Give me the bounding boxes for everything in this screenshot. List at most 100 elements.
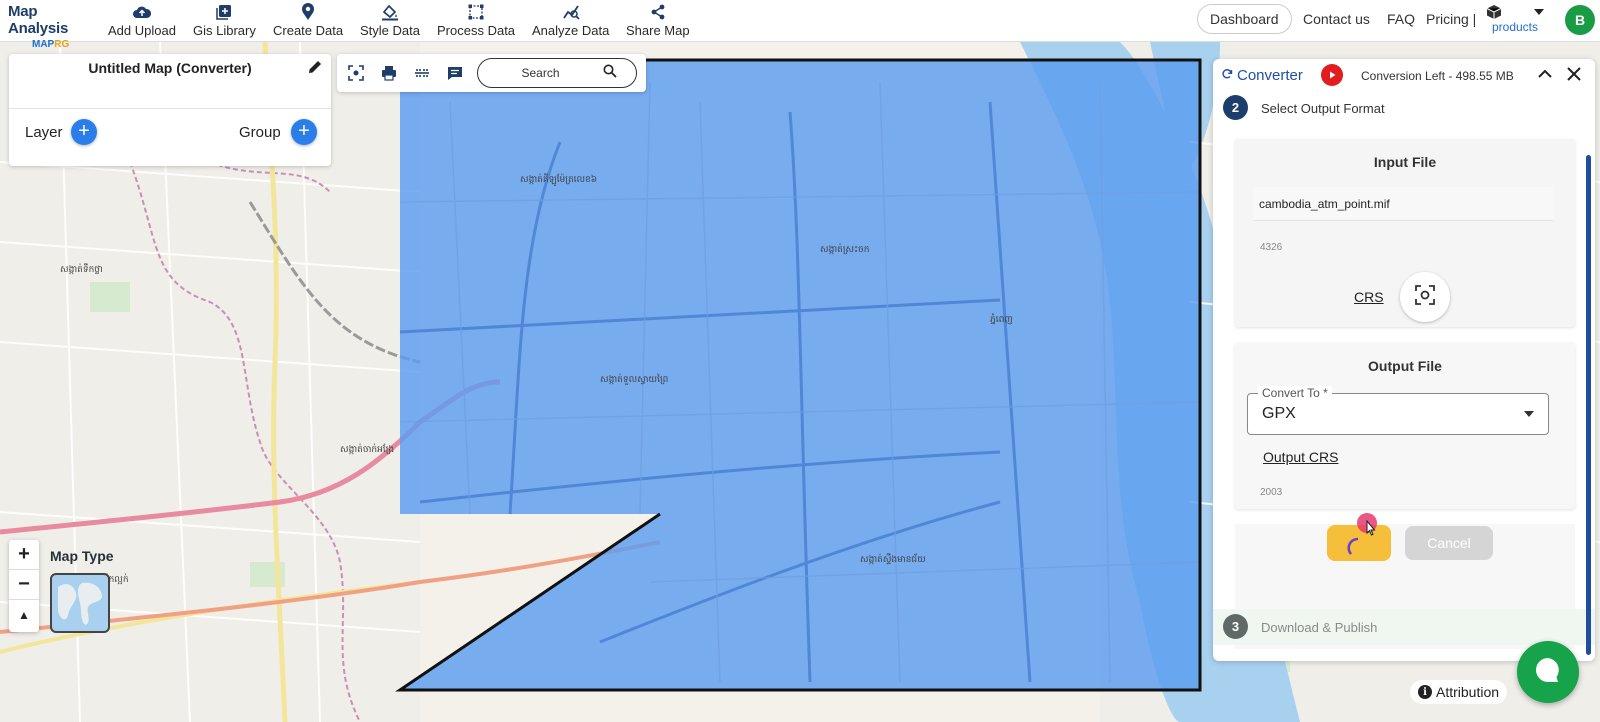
search-icon[interactable] bbox=[603, 64, 617, 83]
group-label: Group bbox=[239, 124, 281, 141]
close-icon[interactable] bbox=[1565, 65, 1583, 88]
products-label: products bbox=[1491, 20, 1539, 34]
nav-share-map[interactable]: Share Map bbox=[626, 3, 690, 38]
nav-analyze-data[interactable]: Analyze Data bbox=[532, 3, 609, 38]
analyze-icon bbox=[562, 3, 580, 21]
chevron-down-icon bbox=[1534, 9, 1544, 15]
step-2-label: Select Output Format bbox=[1261, 101, 1385, 116]
nav-create-data[interactable]: Create Data bbox=[273, 3, 343, 38]
map-type-label: Map Type bbox=[50, 548, 114, 564]
convert-to-select[interactable]: Convert To * GPX bbox=[1247, 386, 1549, 435]
map-label: សង្កាត់ស្ទឹងមានជ័យ bbox=[860, 553, 926, 565]
search-box bbox=[477, 58, 637, 88]
map-pin-icon bbox=[299, 3, 317, 21]
layer-label: Layer bbox=[25, 124, 63, 141]
converter-panel: Converter Conversion Left - 498.55 MB 2 … bbox=[1213, 59, 1595, 661]
convert-button[interactable] bbox=[1327, 513, 1391, 561]
conversion-left-text: Conversion Left - 498.55 MB bbox=[1361, 69, 1514, 83]
contact-link[interactable]: Contact us bbox=[1303, 11, 1370, 27]
map-label: សង្កាត់ទឹកថ្លា bbox=[60, 263, 103, 275]
map-search-input[interactable] bbox=[478, 66, 603, 80]
edit-pencil-icon[interactable] bbox=[307, 59, 323, 80]
step-3-badge: 3 bbox=[1223, 614, 1248, 639]
converter-header: Converter Conversion Left - 498.55 MB bbox=[1213, 59, 1595, 91]
comment-icon[interactable] bbox=[446, 64, 464, 82]
input-file-name: cambodia_atm_point.mif bbox=[1259, 197, 1390, 211]
output-crs-number: 2003 bbox=[1260, 487, 1283, 498]
dropdown-caret-icon bbox=[1524, 411, 1534, 417]
library-add-icon bbox=[215, 3, 233, 21]
attribution-label: Attribution bbox=[1436, 684, 1500, 700]
nav-gis-library[interactable]: Gis Library bbox=[193, 3, 256, 38]
output-file-title: Output File bbox=[1368, 358, 1442, 374]
nav-process-data[interactable]: Process Data bbox=[437, 3, 515, 38]
attribution-button[interactable]: i Attribution bbox=[1410, 680, 1508, 704]
locate-icon[interactable] bbox=[347, 64, 365, 82]
output-crs-link[interactable]: Output CRS bbox=[1263, 449, 1338, 465]
crs-select-button[interactable] bbox=[1400, 272, 1450, 322]
share-icon bbox=[649, 3, 667, 21]
output-file-card: Output File Convert To * GPX Output CRS … bbox=[1235, 343, 1575, 509]
zoom-out-button[interactable]: − bbox=[9, 570, 39, 600]
nav-add-upload[interactable]: Add Upload bbox=[108, 3, 176, 38]
input-file-field: cambodia_atm_point.mif bbox=[1253, 187, 1553, 221]
nav-label: Share Map bbox=[626, 23, 690, 38]
polygon-edit-icon bbox=[467, 3, 485, 21]
step-2-badge: 2 bbox=[1223, 95, 1248, 120]
add-layer-button[interactable]: + bbox=[71, 119, 97, 145]
nav-label: Add Upload bbox=[108, 23, 176, 38]
map-label: ភ្នំពេញ bbox=[990, 313, 1013, 325]
paint-bucket-icon bbox=[381, 3, 399, 21]
panel-divider bbox=[9, 108, 331, 109]
app-logo[interactable]: Map Analysis MAPRG bbox=[8, 3, 96, 50]
faq-link[interactable]: FAQ bbox=[1387, 11, 1415, 27]
refresh-icon bbox=[1221, 67, 1233, 84]
top-navbar: Map Analysis MAPRG Add Upload Gis Librar… bbox=[0, 0, 1600, 50]
input-crs-number: 4326 bbox=[1260, 242, 1283, 253]
nav-style-data[interactable]: Style Data bbox=[360, 3, 420, 38]
logo-title: Map Analysis bbox=[8, 3, 69, 37]
input-file-card: Input File cambodia_atm_point.mif 4326 C… bbox=[1235, 139, 1575, 327]
map-toolbar bbox=[337, 54, 646, 92]
cancel-button[interactable]: Cancel bbox=[1405, 526, 1493, 560]
nav-label: Gis Library bbox=[193, 23, 256, 38]
cursor-pointer-icon bbox=[1357, 513, 1383, 548]
panel-scrollbar[interactable] bbox=[1586, 155, 1591, 655]
add-group-button[interactable]: + bbox=[291, 119, 317, 145]
step-3-label: Download & Publish bbox=[1261, 620, 1378, 635]
chat-button[interactable] bbox=[1517, 641, 1579, 703]
products-menu[interactable]: products bbox=[1486, 4, 1544, 34]
map-title: Untitled Map (Converter) bbox=[88, 60, 252, 76]
youtube-icon[interactable] bbox=[1321, 64, 1343, 86]
convert-to-label: Convert To * bbox=[1258, 386, 1332, 400]
zoom-in-button[interactable]: + bbox=[9, 540, 39, 570]
compass-button[interactable]: ▲ bbox=[9, 600, 39, 630]
chevron-up-icon[interactable] bbox=[1536, 65, 1554, 88]
map-label: សង្កាត់ស្រះចក bbox=[820, 243, 870, 255]
chat-icon bbox=[1533, 655, 1563, 690]
print-icon[interactable] bbox=[380, 64, 398, 82]
nav-label: Process Data bbox=[437, 23, 516, 38]
info-icon: i bbox=[1418, 685, 1432, 699]
map-label: សង្កាត់ទួលស្វាយព្រៃ bbox=[600, 373, 668, 385]
map-type-thumbnail[interactable] bbox=[50, 573, 110, 633]
nav-label: Style Data bbox=[360, 23, 420, 38]
crosshair-icon bbox=[1415, 284, 1435, 310]
box-icon bbox=[1486, 4, 1544, 20]
crs-link[interactable]: CRS bbox=[1354, 289, 1384, 305]
converter-title: Converter bbox=[1221, 67, 1303, 84]
nav-label: Analyze Data bbox=[532, 23, 610, 38]
user-avatar[interactable]: B bbox=[1565, 5, 1595, 35]
layer-panel: Untitled Map (Converter) Layer + Group + bbox=[9, 54, 331, 166]
convert-to-value: GPX bbox=[1262, 405, 1296, 422]
logo-subtitle: MAPRG bbox=[32, 39, 70, 50]
map-label: សង្កាត់ចាក់អង្រែ bbox=[340, 443, 394, 455]
measure-icon[interactable] bbox=[413, 64, 431, 82]
input-file-title: Input File bbox=[1373, 154, 1437, 170]
cloud-upload-icon bbox=[132, 3, 151, 21]
pricing-link[interactable]: Pricing | bbox=[1426, 11, 1476, 27]
nav-label: Create Data bbox=[273, 23, 344, 38]
map-label: សង្កាត់គីឡូម៉ែត្រលេខ៦ bbox=[520, 173, 597, 186]
zoom-control: + − ▲ bbox=[9, 540, 39, 632]
dashboard-button[interactable]: Dashboard bbox=[1197, 4, 1292, 34]
